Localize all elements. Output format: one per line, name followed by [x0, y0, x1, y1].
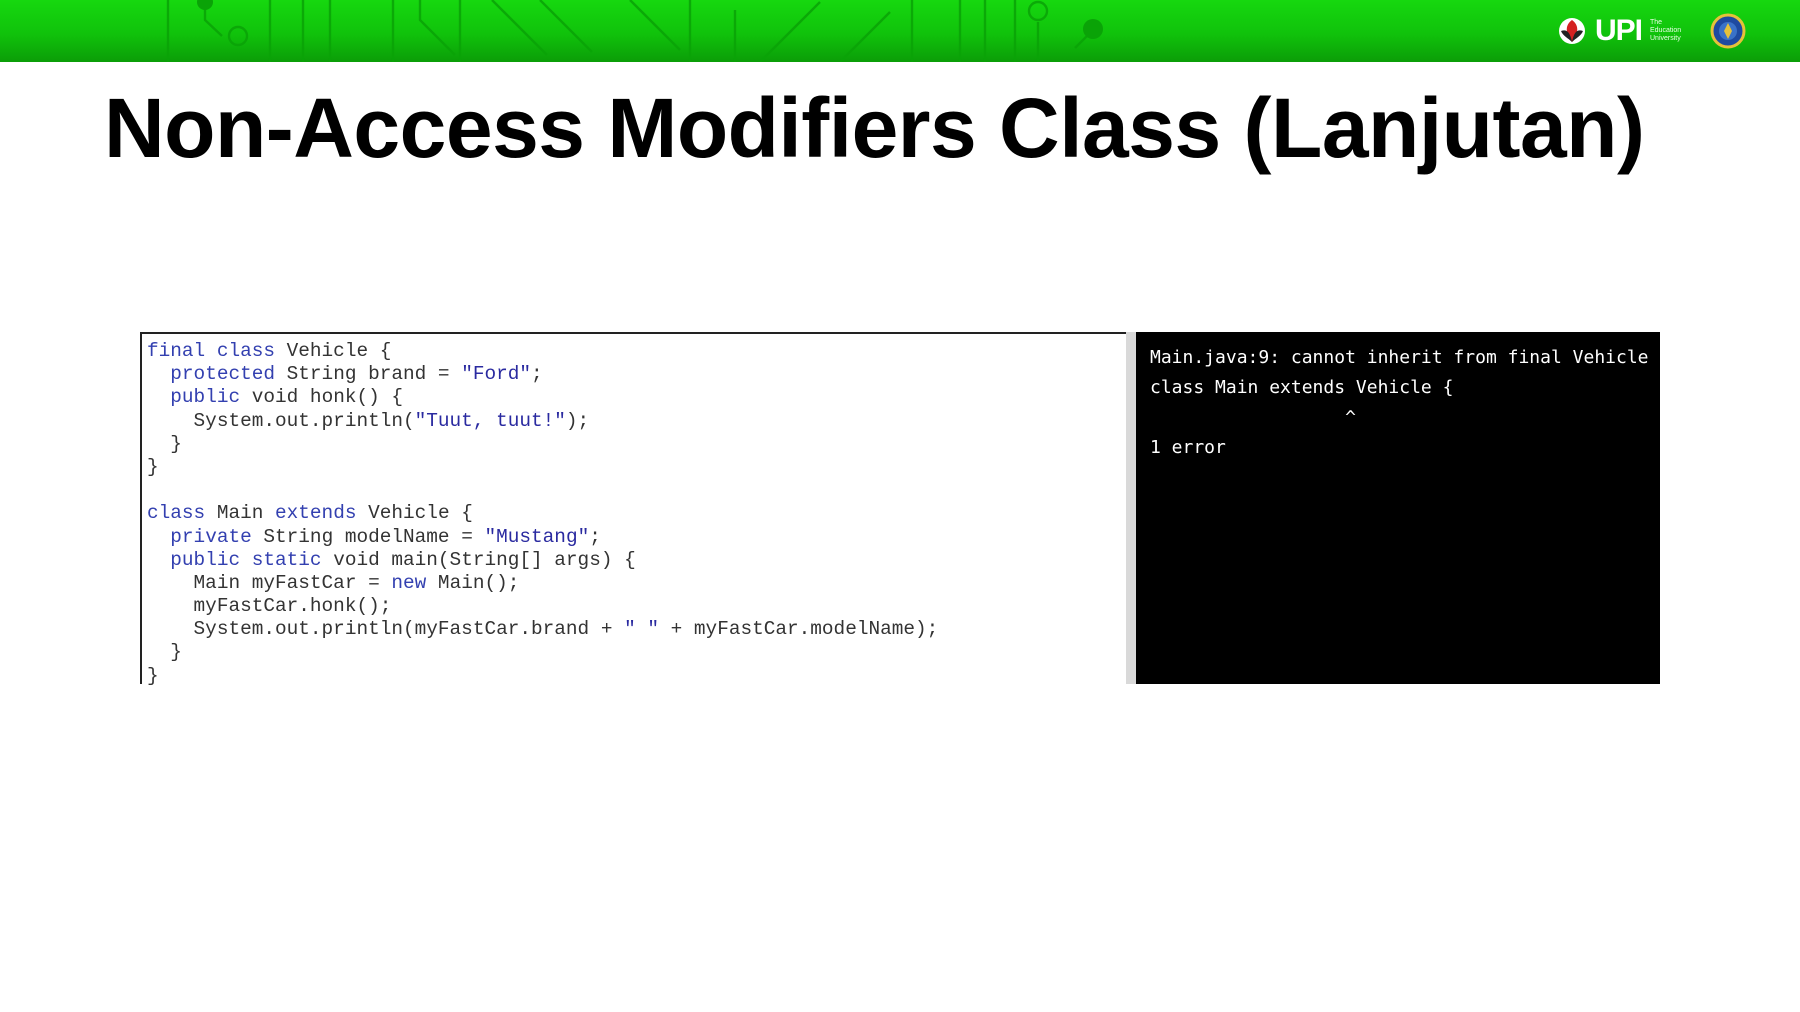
code-text: } — [147, 455, 159, 478]
code-keyword: extends — [275, 502, 357, 525]
code-keyword: private — [170, 525, 252, 548]
code-line: Main myFastCar = new Main(); — [147, 572, 1126, 595]
code-line: public void honk() { — [147, 386, 1126, 409]
code-text: ; — [589, 525, 601, 548]
code-text: Vehicle { — [275, 340, 392, 362]
code-text: } — [147, 664, 159, 687]
console-line: 1 error — [1150, 437, 1226, 458]
code-text: } — [147, 641, 182, 664]
code-keyword: new — [391, 571, 427, 594]
code-line: public static void main(String[] args) { — [147, 549, 1126, 572]
code-line: final class Vehicle { — [147, 340, 1126, 363]
console-line: class Main extends Vehicle { — [1150, 377, 1454, 398]
code-text: ; — [531, 363, 543, 386]
code-text: myFastCar.honk(); — [147, 595, 392, 618]
code-line: class Main extends Vehicle { — [147, 502, 1126, 525]
code-string: " " — [624, 618, 660, 641]
code-line: } — [147, 433, 1126, 456]
slide-title: Non-Access Modifiers Class (Lanjutan) — [104, 81, 1645, 175]
logo-text: UPI — [1594, 14, 1643, 47]
console-output: Main.java:9: cannot inherit from final V… — [1136, 332, 1660, 463]
java-source-code: final class Vehicle { protected String b… — [142, 334, 1126, 688]
code-line: } — [147, 665, 1126, 688]
logo-tagline: The Education University — [1650, 19, 1682, 42]
code-editor-panel: final class Vehicle { protected String b… — [140, 332, 1126, 687]
compiler-output-console: Main.java:9: cannot inherit from final V… — [1136, 332, 1660, 684]
code-text: Main(); — [426, 571, 520, 594]
code-line: protected String brand = "Ford"; — [147, 363, 1126, 386]
code-keyword: protected — [170, 363, 276, 386]
code-text: void main(String[] args) { — [321, 548, 636, 571]
header-band: UPI The Education University — [0, 0, 1800, 62]
code-line: System.out.println("Tuut, tuut!"); — [147, 410, 1126, 433]
code-text: } — [147, 432, 182, 455]
code-keyword: final class — [147, 340, 275, 362]
code-text: Main — [205, 502, 276, 525]
code-text: void honk() { — [240, 386, 404, 409]
circuit-decoration-icon — [166, 0, 1103, 62]
upi-emblem-icon — [1558, 18, 1585, 44]
code-string: "Tuut, tuut!" — [414, 409, 566, 432]
code-text: ); — [565, 409, 590, 432]
institution-seal-icon — [1710, 13, 1746, 49]
code-line: } — [147, 641, 1126, 664]
code-text: System.out.println( — [147, 409, 415, 432]
code-line: } — [147, 456, 1126, 479]
code-text: String brand = — [275, 363, 462, 386]
code-keyword: class — [147, 502, 206, 525]
code-line: myFastCar.honk(); — [147, 595, 1126, 618]
code-text: System.out.println(myFastCar.brand + — [147, 618, 625, 641]
code-line: System.out.println(myFastCar.brand + " "… — [147, 618, 1126, 641]
console-line: Main.java:9: cannot inherit from final V… — [1150, 347, 1649, 368]
code-string: "Mustang" — [484, 525, 590, 548]
console-line: ^ — [1150, 407, 1356, 428]
code-keyword: public static — [170, 548, 322, 571]
code-text: Main myFastCar = — [147, 571, 392, 594]
upi-logo: UPI The Education University — [1557, 12, 1746, 50]
code-line: private String modelName = "Mustang"; — [147, 526, 1126, 549]
code-keyword: public — [170, 386, 241, 409]
panel-divider — [1126, 332, 1136, 684]
code-text: String modelName = — [251, 525, 485, 548]
code-text: + myFastCar.modelName); — [659, 618, 939, 641]
code-text: Vehicle { — [356, 502, 473, 525]
code-string: "Ford" — [461, 363, 532, 386]
